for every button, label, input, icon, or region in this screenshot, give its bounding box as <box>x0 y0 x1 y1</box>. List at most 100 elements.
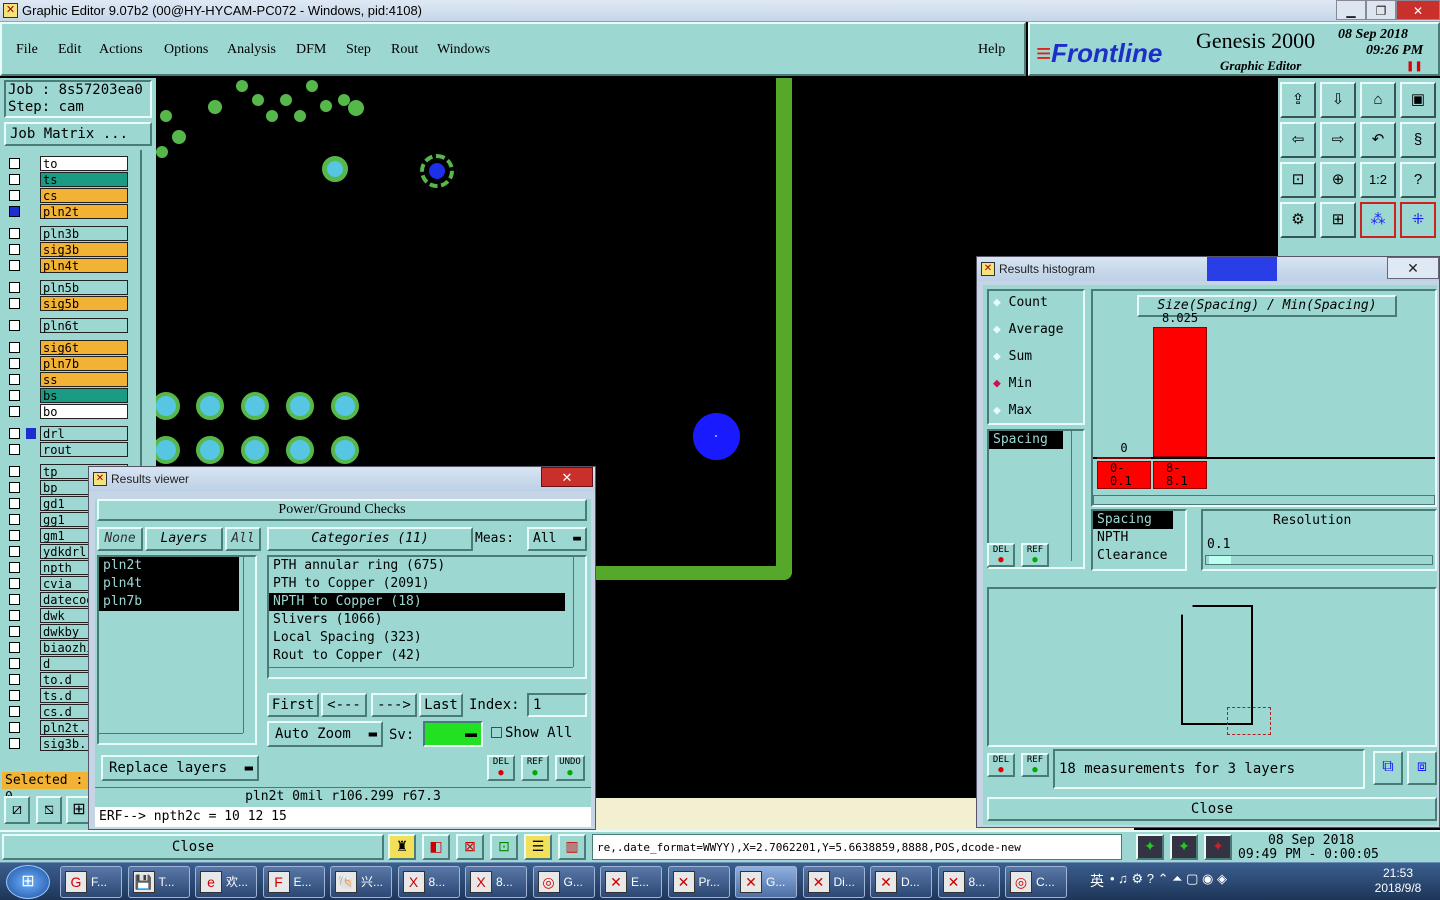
auto-zoom-select[interactable]: Auto Zoom ▬ <box>267 721 383 747</box>
layer-checkbox[interactable] <box>9 578 20 589</box>
taskbar-item[interactable]: ✕ E... <box>600 866 662 898</box>
layer-checkbox[interactable] <box>9 722 20 733</box>
layer-checkbox[interactable] <box>9 498 20 509</box>
taskbar-item[interactable]: G F... <box>60 866 122 898</box>
taskbar-item[interactable]: X 8... <box>465 866 527 898</box>
layer-checkbox[interactable] <box>9 514 20 525</box>
menu-dfm[interactable]: DFM <box>296 42 326 58</box>
show-all-checkbox[interactable] <box>491 727 502 738</box>
zoom-fit-icon[interactable]: ⊕ <box>1320 162 1356 198</box>
layer-row-to[interactable]: to <box>6 156 154 171</box>
sv-color-select[interactable]: ▬ <box>423 721 483 747</box>
stat-option-sum[interactable]: ◆ Sum <box>993 349 1032 364</box>
layer-checkbox[interactable] <box>9 466 20 477</box>
layer-row-sig3b[interactable]: sig3b <box>6 242 154 257</box>
menu-windows[interactable]: Windows <box>437 42 490 58</box>
home-icon[interactable]: ⌂ <box>1360 82 1396 118</box>
layer-checkbox[interactable] <box>9 244 20 255</box>
categories-scrollbar[interactable] <box>573 557 585 667</box>
histogram-close-button[interactable]: Close <box>987 797 1437 821</box>
preview-del-button[interactable]: DEL ● <box>987 753 1015 777</box>
layer-checkbox[interactable] <box>9 594 20 605</box>
layer-row-pln5b[interactable]: pln5b <box>6 280 154 295</box>
category-item[interactable]: Rout to Copper (42) <box>269 647 565 665</box>
category-item[interactable]: NPTH to Copper (18) <box>269 593 565 611</box>
radio-icon[interactable]: ◆ <box>993 322 1009 337</box>
menu-actions[interactable]: Actions <box>99 42 143 58</box>
layer-checkbox[interactable] <box>9 228 20 239</box>
taskbar-item[interactable]: 🐚 兴... <box>330 866 392 898</box>
first-button[interactable]: First <box>267 693 319 717</box>
export-icon[interactable]: ⧉ <box>1373 751 1403 785</box>
report-icon[interactable]: ⧈ <box>1407 751 1437 785</box>
layer-row-cs[interactable]: cs <box>6 188 154 203</box>
status-icon-9[interactable]: ✦ <box>1204 834 1232 860</box>
category-item[interactable]: PTH to Copper (2091) <box>269 575 565 593</box>
layer-checkbox[interactable] <box>9 206 20 217</box>
prev-button[interactable]: <--- <box>321 693 367 717</box>
taskbar-item[interactable]: F E... <box>262 866 325 898</box>
layer-checkbox[interactable] <box>9 260 20 271</box>
preview-ref-button[interactable]: REF ● <box>1021 753 1049 777</box>
histogram-bar[interactable] <box>1097 457 1151 459</box>
layer-row-sig6t[interactable]: sig6t <box>6 340 154 355</box>
taskbar-item[interactable]: ✕ G... <box>735 866 797 898</box>
layer-row-ss[interactable]: ss <box>6 372 154 387</box>
category-item[interactable]: Local Spacing (323) <box>269 629 565 647</box>
layers-scrollbar[interactable] <box>243 557 255 733</box>
layer-row-pln4t[interactable]: pln4t <box>6 258 154 273</box>
replace-layers-select[interactable]: Replace layers ▬ <box>101 755 259 781</box>
taskbar-item[interactable]: ✕ 8... <box>937 866 1000 898</box>
menu-file[interactable]: File <box>16 42 38 58</box>
layer-row-pln6t[interactable]: pln6t <box>6 318 154 333</box>
taskbar-item[interactable]: ◎ G... <box>532 866 595 898</box>
filter-none-button[interactable]: None <box>97 527 143 551</box>
radio-icon[interactable]: ◆ <box>993 403 1009 418</box>
spacing-type-npth[interactable]: NPTH <box>1093 529 1185 547</box>
hist-del-button[interactable]: SpacingDEL● <box>987 543 1015 567</box>
menu-analysis[interactable]: Analysis <box>227 42 276 58</box>
menu-help[interactable]: Help <box>978 42 1005 58</box>
layer-checkbox[interactable] <box>9 342 20 353</box>
close-window-button[interactable]: ✕ <box>1396 0 1440 20</box>
taskbar-item[interactable]: e 欢... <box>195 866 257 898</box>
layer-checkbox[interactable] <box>9 374 20 385</box>
layer-row-rout[interactable]: rout <box>6 442 154 457</box>
status-icon-2[interactable]: ◧ <box>422 834 450 860</box>
viewer-ref-button[interactable]: REF ● <box>521 755 549 781</box>
layers-hscrollbar[interactable] <box>99 733 243 743</box>
tray-clock[interactable]: 21:53 2018/9/8 <box>1362 866 1434 896</box>
viewer-close-button[interactable]: Close <box>2 834 384 860</box>
next-button[interactable]: ---> <box>371 693 417 717</box>
zoom-1to2-icon[interactable]: 1:2 <box>1360 162 1396 198</box>
chart-scrollbar[interactable] <box>1093 495 1435 505</box>
layer-row-bs[interactable]: bs <box>6 388 154 403</box>
viewer-close-x[interactable]: ✕ <box>541 467 593 487</box>
snap-center-icon[interactable]: ⁜ <box>1400 202 1436 238</box>
layer-row-pln3b[interactable]: pln3b <box>6 226 154 241</box>
spacing-type-clearance[interactable]: Clearance <box>1093 547 1185 565</box>
layer-checkbox[interactable] <box>9 482 20 493</box>
redraw-icon[interactable]: § <box>1400 122 1436 158</box>
categories-button[interactable]: Categories (11) <box>267 527 473 551</box>
tray-icons[interactable]: • ♫ ⚙ ? ⌃ ⏶ ▢ ◉ ◈ <box>1110 871 1227 887</box>
categories-hscrollbar[interactable] <box>269 667 573 677</box>
filter-layers-button[interactable]: Layers <box>145 527 223 551</box>
taskbar-item[interactable]: ✕ Pr... <box>667 866 730 898</box>
layer-row-pln2t[interactable]: pln2t <box>6 204 154 219</box>
status-icon-1[interactable]: ♜ <box>388 834 416 860</box>
status-icon-6[interactable]: ▥ <box>558 834 586 860</box>
layer-checkbox[interactable] <box>9 174 20 185</box>
layer-checkbox[interactable] <box>9 674 20 685</box>
layer-checkbox[interactable] <box>9 190 20 201</box>
viewer-undo-button[interactable]: UNDO ● <box>555 755 585 781</box>
menu-edit[interactable]: Edit <box>58 42 81 58</box>
stat-option-max[interactable]: ◆ Max <box>993 403 1032 418</box>
resolution-slider[interactable] <box>1205 555 1433 565</box>
layer-checkbox[interactable] <box>9 562 20 573</box>
filter-all-button[interactable]: All <box>225 527 261 551</box>
layer-checkbox[interactable] <box>9 626 20 637</box>
layer-checkbox[interactable] <box>9 706 20 717</box>
job-matrix-button[interactable]: Job Matrix ... <box>4 122 152 146</box>
pan-right-icon[interactable]: ⇨ <box>1320 122 1356 158</box>
